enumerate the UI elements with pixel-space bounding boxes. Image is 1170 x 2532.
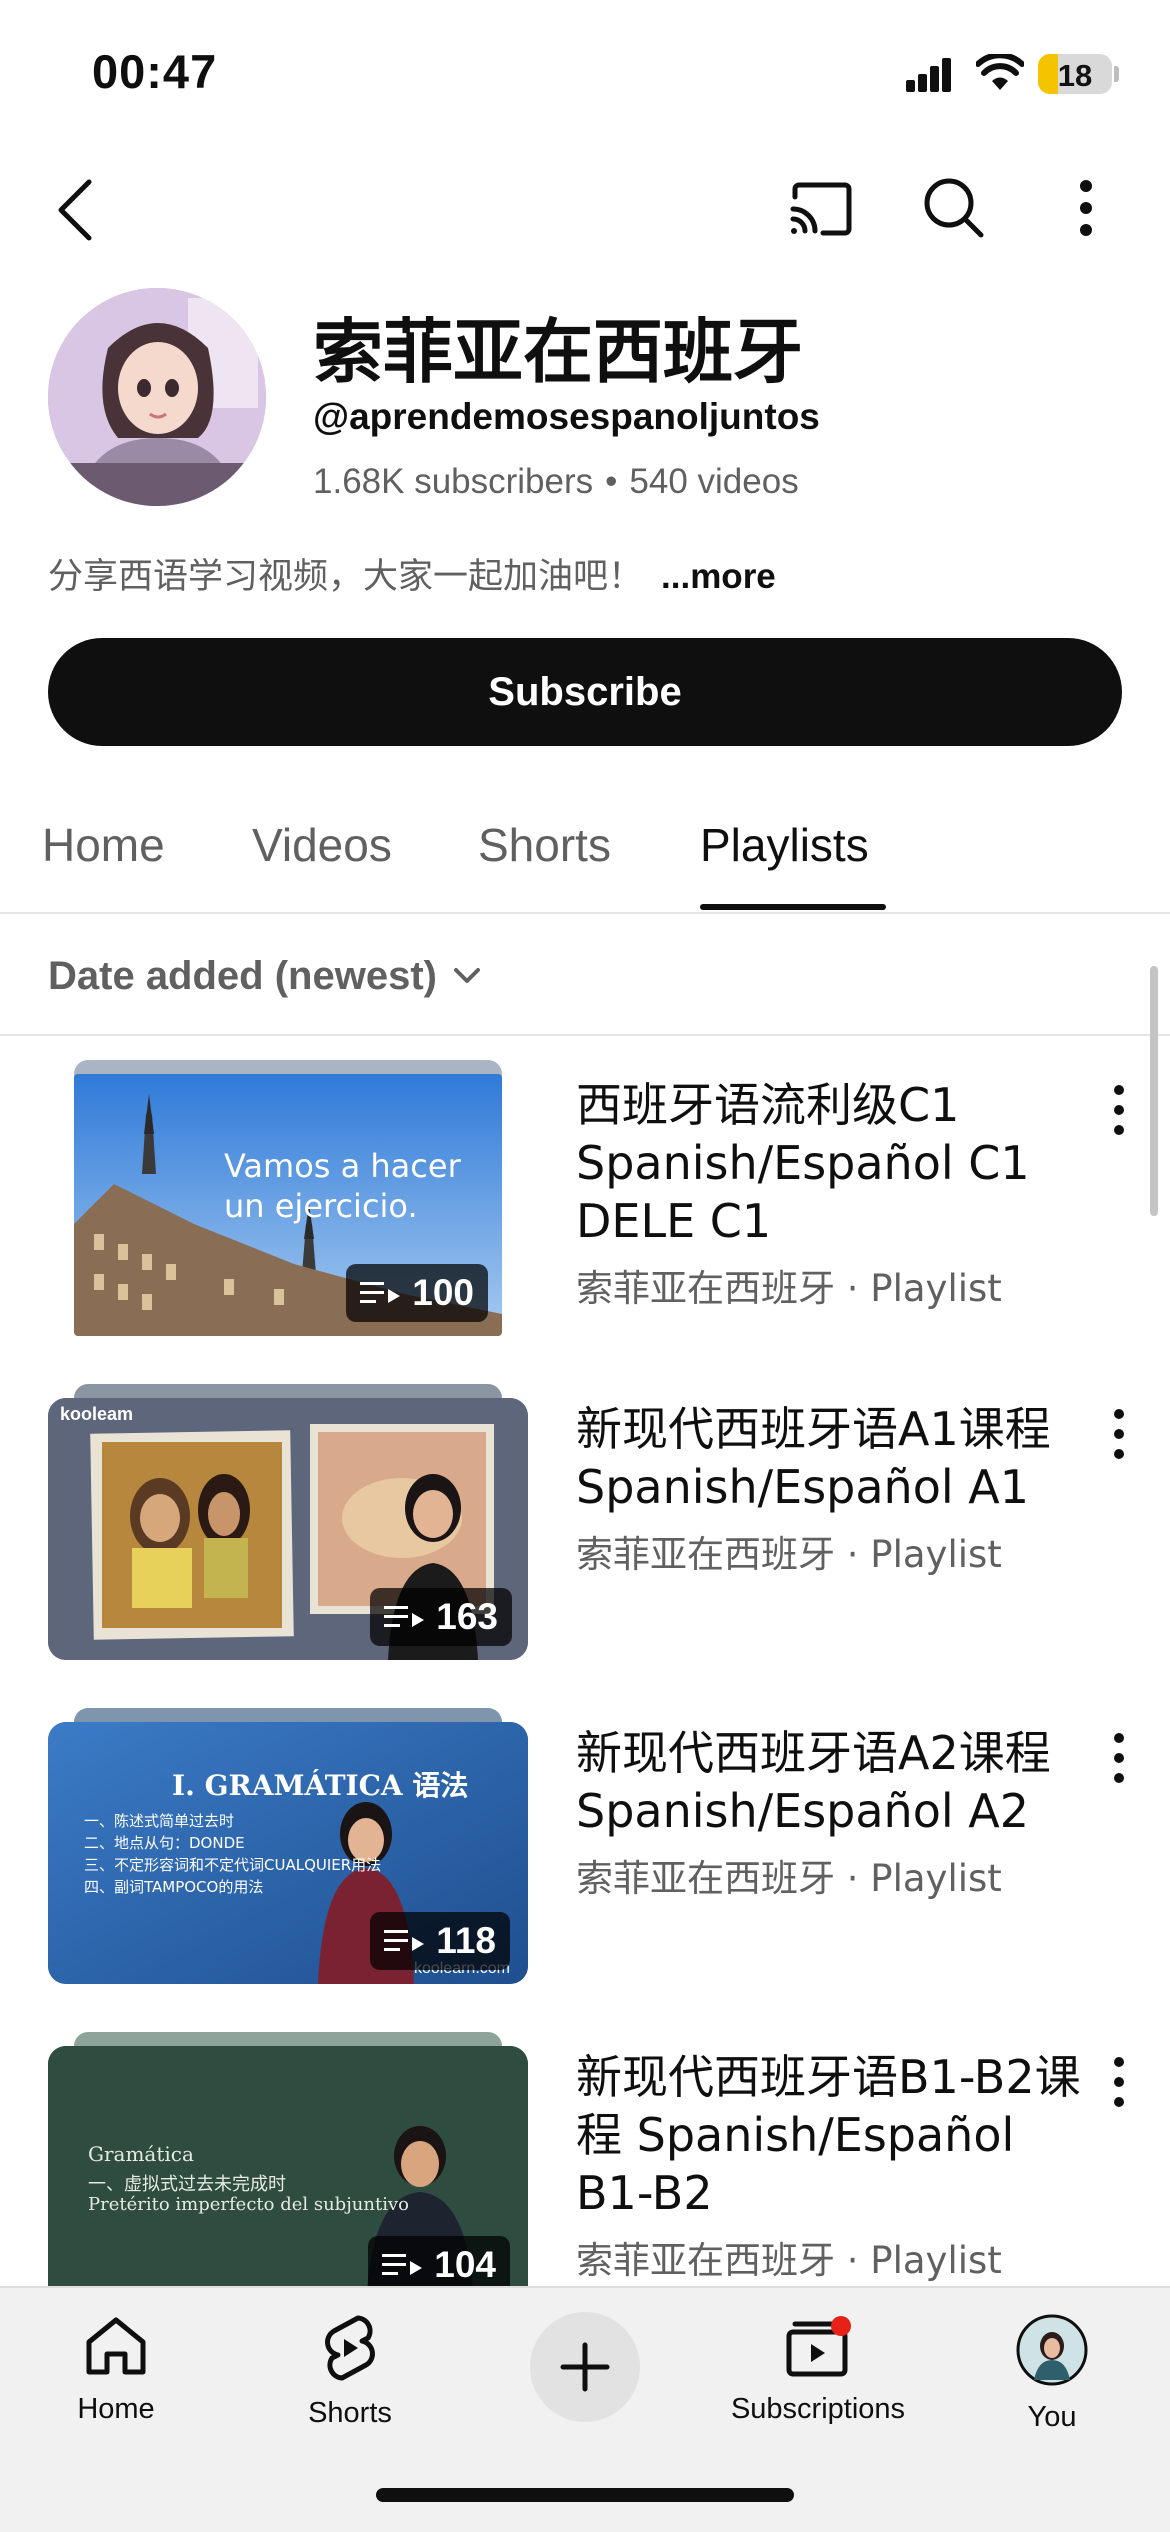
channel-tabs: Home Videos Shorts Playlists (0, 780, 1170, 914)
video-count: 163 (436, 1596, 498, 1637)
more-vertical-icon[interactable] (1104, 1728, 1134, 1788)
video-count: 540 videos (629, 462, 799, 501)
playlist-title[interactable]: 新现代西班牙语A1课程 Spanish/Español A1 (576, 1400, 1086, 1516)
nav-shorts[interactable]: Shorts (250, 2314, 450, 2430)
home-indicator (376, 2488, 794, 2502)
channel-avatar[interactable] (48, 288, 266, 506)
home-icon (86, 2317, 146, 2375)
thumbnail-line: Pretérito imperfecto del subjuntivo (88, 2194, 409, 2215)
thumbnail-caption: Vamos a hacer un ejercicio. (224, 1147, 461, 1225)
nav-subscriptions[interactable]: Subscriptions (718, 2314, 918, 2426)
playlist-title[interactable]: 西班牙语流利级C1 Spanish/Español C1 DELE C1 (576, 1076, 1086, 1250)
thumbnail-heading: I. GRAMÁTICA 语法 (172, 1769, 469, 1802)
video-count: 100 (412, 1272, 474, 1313)
thumbnail-image: I. GRAMÁTICA 语法 一、陈述式简单过去时 二、地点从句：DONDE … (48, 1722, 528, 1984)
more-vertical-icon[interactable] (1104, 2052, 1134, 2112)
more-vertical-icon (1080, 180, 1092, 236)
video-count-badge: 118 (370, 1912, 510, 1970)
tab-playlists[interactable]: Playlists (700, 818, 869, 872)
cellular-signal-icon (906, 58, 952, 92)
video-count-badge: 100 (346, 1264, 488, 1322)
cast-icon (790, 182, 852, 236)
playlist-meta: 索菲亚在西班牙 · Playlist (576, 1533, 1002, 1576)
more-vertical-icon[interactable] (1104, 1404, 1134, 1464)
description-more-link[interactable]: ...more (661, 557, 776, 596)
thumbnail-line: 三、不定形容词和不定代词CUALQUIER用法 (84, 1856, 382, 1874)
channel-handle: @aprendemosespanoljuntos (313, 396, 820, 437)
playlist-icon (384, 1606, 425, 1627)
back-arrow-icon (58, 179, 92, 241)
playlist-item[interactable]: I. GRAMÁTICA 语法 一、陈述式简单过去时 二、地点从句：DONDE … (0, 1708, 1170, 2008)
playlist-meta: 索菲亚在西班牙 · Playlist (576, 1857, 1002, 1900)
divider (0, 1034, 1170, 1036)
tab-home[interactable]: Home (42, 818, 165, 872)
nav-shorts-label: Shorts (308, 2397, 392, 2429)
playlist-thumbnail[interactable]: Gramática 一、虚拟式过去未完成时 Pretérito imperfec… (48, 2032, 528, 2322)
channel-name: 索菲亚在西班牙 (313, 311, 803, 393)
thumbnail-logo: kooleam (60, 1404, 134, 1424)
status-time: 00:47 (92, 45, 218, 98)
battery-tip (1114, 66, 1119, 82)
sort-label: Date added (newest) (48, 953, 437, 998)
battery-icon: 18 (1038, 54, 1112, 94)
playlist-meta: 索菲亚在西班牙 · Playlist (576, 1267, 1002, 1310)
profile-avatar (1016, 2314, 1088, 2386)
thumbnail-image: Vamos a hacer un ejercicio. 100 (74, 1074, 502, 1336)
subscribe-button[interactable]: Subscribe (48, 638, 1122, 746)
status-bar: 00:47 18 (0, 0, 1170, 150)
thumbnail-line: 一、陈述式简单过去时 (84, 1812, 235, 1830)
search-icon (924, 178, 984, 238)
channel-description[interactable]: 分享西语学习视频，大家一起加油吧！ ...more (48, 548, 776, 599)
video-count: 118 (436, 1920, 496, 1961)
tab-videos[interactable]: Videos (252, 818, 392, 872)
thumbnail-heading: Gramática (88, 2142, 194, 2166)
search-button[interactable] (918, 172, 990, 244)
playlist-item[interactable]: kooleam 163 新现代西班牙语A1课程 Spanish/Español … (0, 1384, 1170, 1684)
nav-you-label: You (1027, 2401, 1077, 2433)
nav-subscriptions-label: Subscriptions (730, 2393, 906, 2425)
thumbnail-line: 二、地点从句：DONDE (84, 1834, 245, 1852)
thumbnail-line: 一、虚拟式过去未完成时 (88, 2174, 286, 2195)
playlist-meta: 索菲亚在西班牙 · Playlist (576, 2239, 1002, 2282)
video-count: 104 (434, 2244, 496, 2285)
playlist-item[interactable]: Vamos a hacer un ejercicio. 100 西班牙语流利级C… (0, 1060, 1170, 1360)
playlist-thumbnail[interactable]: kooleam 163 (48, 1384, 528, 1674)
playlist-thumbnail[interactable]: Vamos a hacer un ejercicio. 100 (48, 1060, 528, 1350)
cast-button[interactable] (786, 176, 858, 242)
nav-home-label: Home (77, 2393, 155, 2425)
sort-dropdown[interactable]: Date added (newest) (48, 948, 481, 1004)
nav-you[interactable]: You (952, 2314, 1152, 2434)
create-button[interactable] (530, 2312, 640, 2422)
battery-level: 18 (1057, 58, 1093, 93)
more-options-button[interactable] (1056, 172, 1116, 244)
plus-icon (560, 2342, 610, 2392)
wifi-icon (976, 54, 1024, 90)
subscriber-count: 1.68K subscribers (313, 462, 594, 501)
thumbnail-line: 四、副词TAMPOCO的用法 (84, 1878, 264, 1896)
more-vertical-icon[interactable] (1104, 1080, 1134, 1140)
video-count-badge: 163 (370, 1588, 512, 1646)
thumbnail-image: kooleam 163 (48, 1398, 528, 1660)
thumbnail-image: Gramática 一、虚拟式过去未完成时 Pretérito imperfec… (48, 2046, 528, 2308)
playlist-icon (382, 2254, 423, 2275)
playlist-icon (360, 1282, 401, 1303)
playlist-icon (384, 1930, 425, 1951)
chevron-down-icon (453, 968, 480, 983)
nav-home[interactable]: Home (16, 2314, 216, 2426)
tab-shorts[interactable]: Shorts (478, 818, 611, 872)
stats-separator: • (605, 462, 618, 501)
avatar-illustration (48, 288, 266, 506)
active-tab-indicator (700, 904, 886, 910)
playlist-title[interactable]: 新现代西班牙语B1-B2课程 Spanish/Español B1-B2 (576, 2048, 1086, 2222)
back-button[interactable] (40, 170, 110, 250)
description-text: 分享西语学习视频，大家一起加油吧！ (48, 557, 644, 597)
subscriptions-icon (786, 2316, 851, 2377)
playlist-thumbnail[interactable]: I. GRAMÁTICA 语法 一、陈述式简单过去时 二、地点从句：DONDE … (48, 1708, 528, 1998)
playlist-title[interactable]: 新现代西班牙语A2课程 Spanish/Español A2 (576, 1724, 1086, 1840)
channel-stats: 1.68K subscribers • 540 videos (313, 462, 799, 502)
shorts-icon (325, 2315, 375, 2381)
